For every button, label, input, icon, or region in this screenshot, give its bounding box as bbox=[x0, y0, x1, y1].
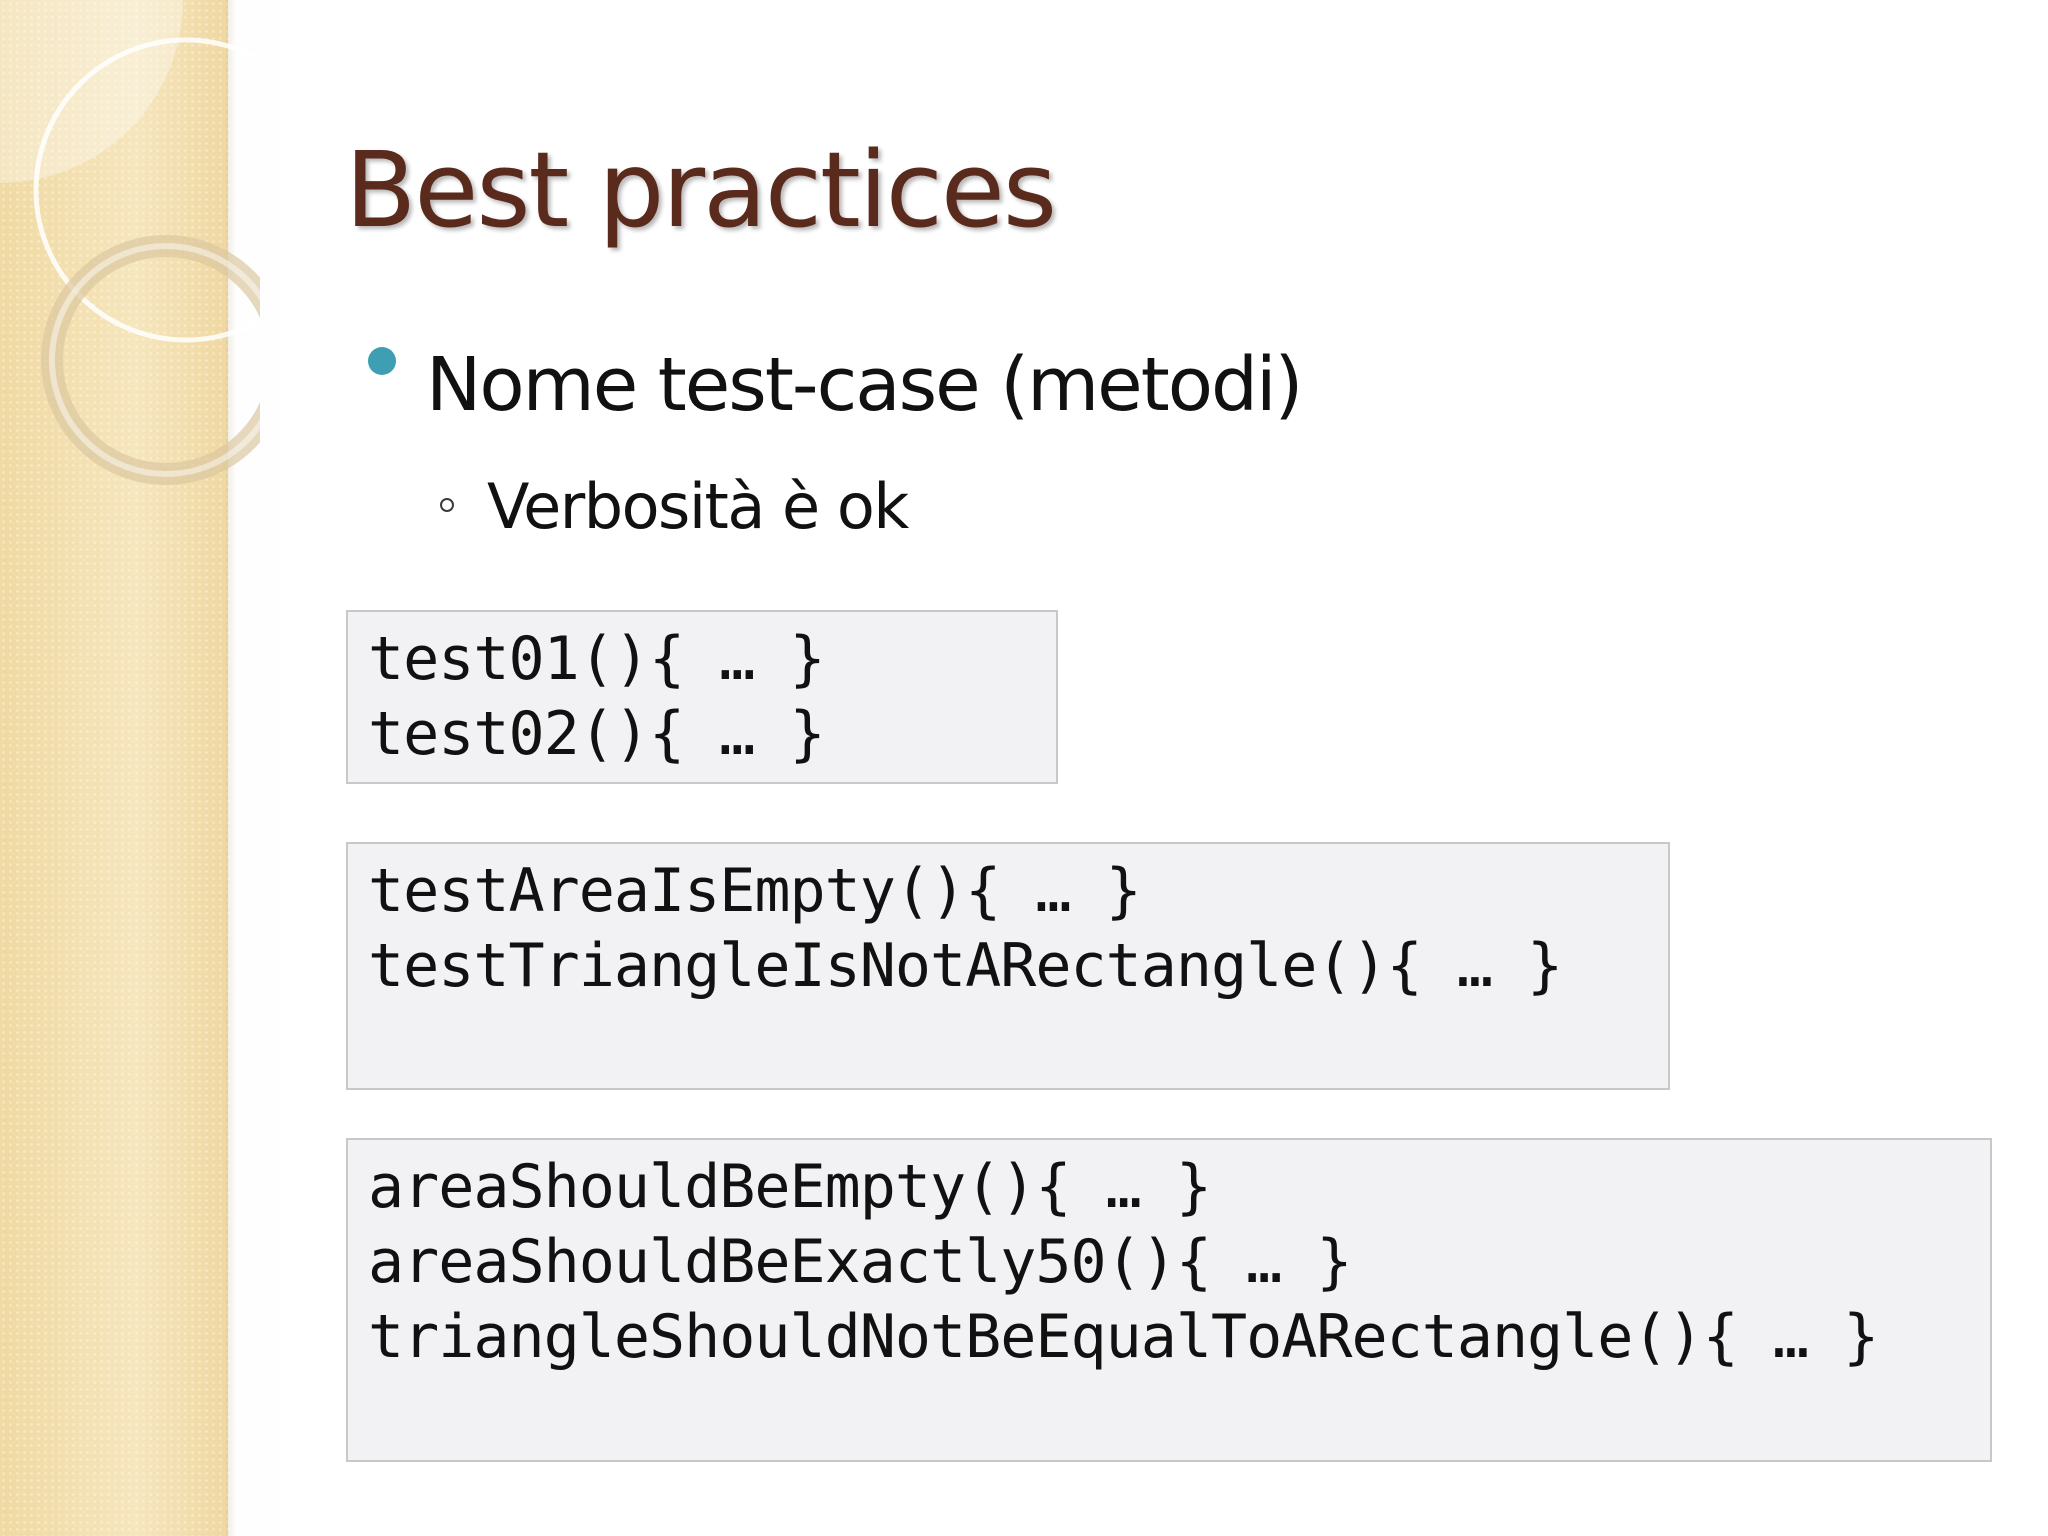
code-line: areaShouldBeExactly50(){ … } bbox=[368, 1227, 1352, 1297]
code-line: triangleShouldNotBeEqualToARectangle(){ … bbox=[368, 1302, 1879, 1372]
slide: Best practices Nome test-case (metodi) V… bbox=[0, 0, 2048, 1536]
code-line: areaShouldBeEmpty(){ … } bbox=[368, 1152, 1212, 1222]
code-line: testTriangleIsNotARectangle(){ … } bbox=[368, 931, 1563, 1001]
decorative-rings bbox=[0, 0, 260, 485]
slide-title: Best practices bbox=[345, 129, 1057, 251]
code-line: testAreaIsEmpty(){ … } bbox=[368, 856, 1142, 926]
code-block-numbered-names: test01(){ … } test02(){ … } bbox=[346, 610, 1058, 784]
code-line: test02(){ … } bbox=[368, 699, 826, 769]
sub-bullet-ring bbox=[440, 498, 454, 512]
bullet-dot bbox=[368, 347, 396, 375]
bullet-level2: Verbosità è ok bbox=[487, 470, 909, 543]
corner-arc-highlight bbox=[0, 0, 183, 183]
code-line: test01(){ … } bbox=[368, 624, 826, 694]
code-block-should-names: areaShouldBeEmpty(){ … } areaShouldBeExa… bbox=[346, 1138, 1992, 1462]
medium-ring-highlight bbox=[49, 243, 260, 477]
bullet-level1: Nome test-case (metodi) bbox=[426, 342, 1303, 428]
code-block-descriptive-names: testAreaIsEmpty(){ … } testTriangleIsNot… bbox=[346, 842, 1670, 1090]
